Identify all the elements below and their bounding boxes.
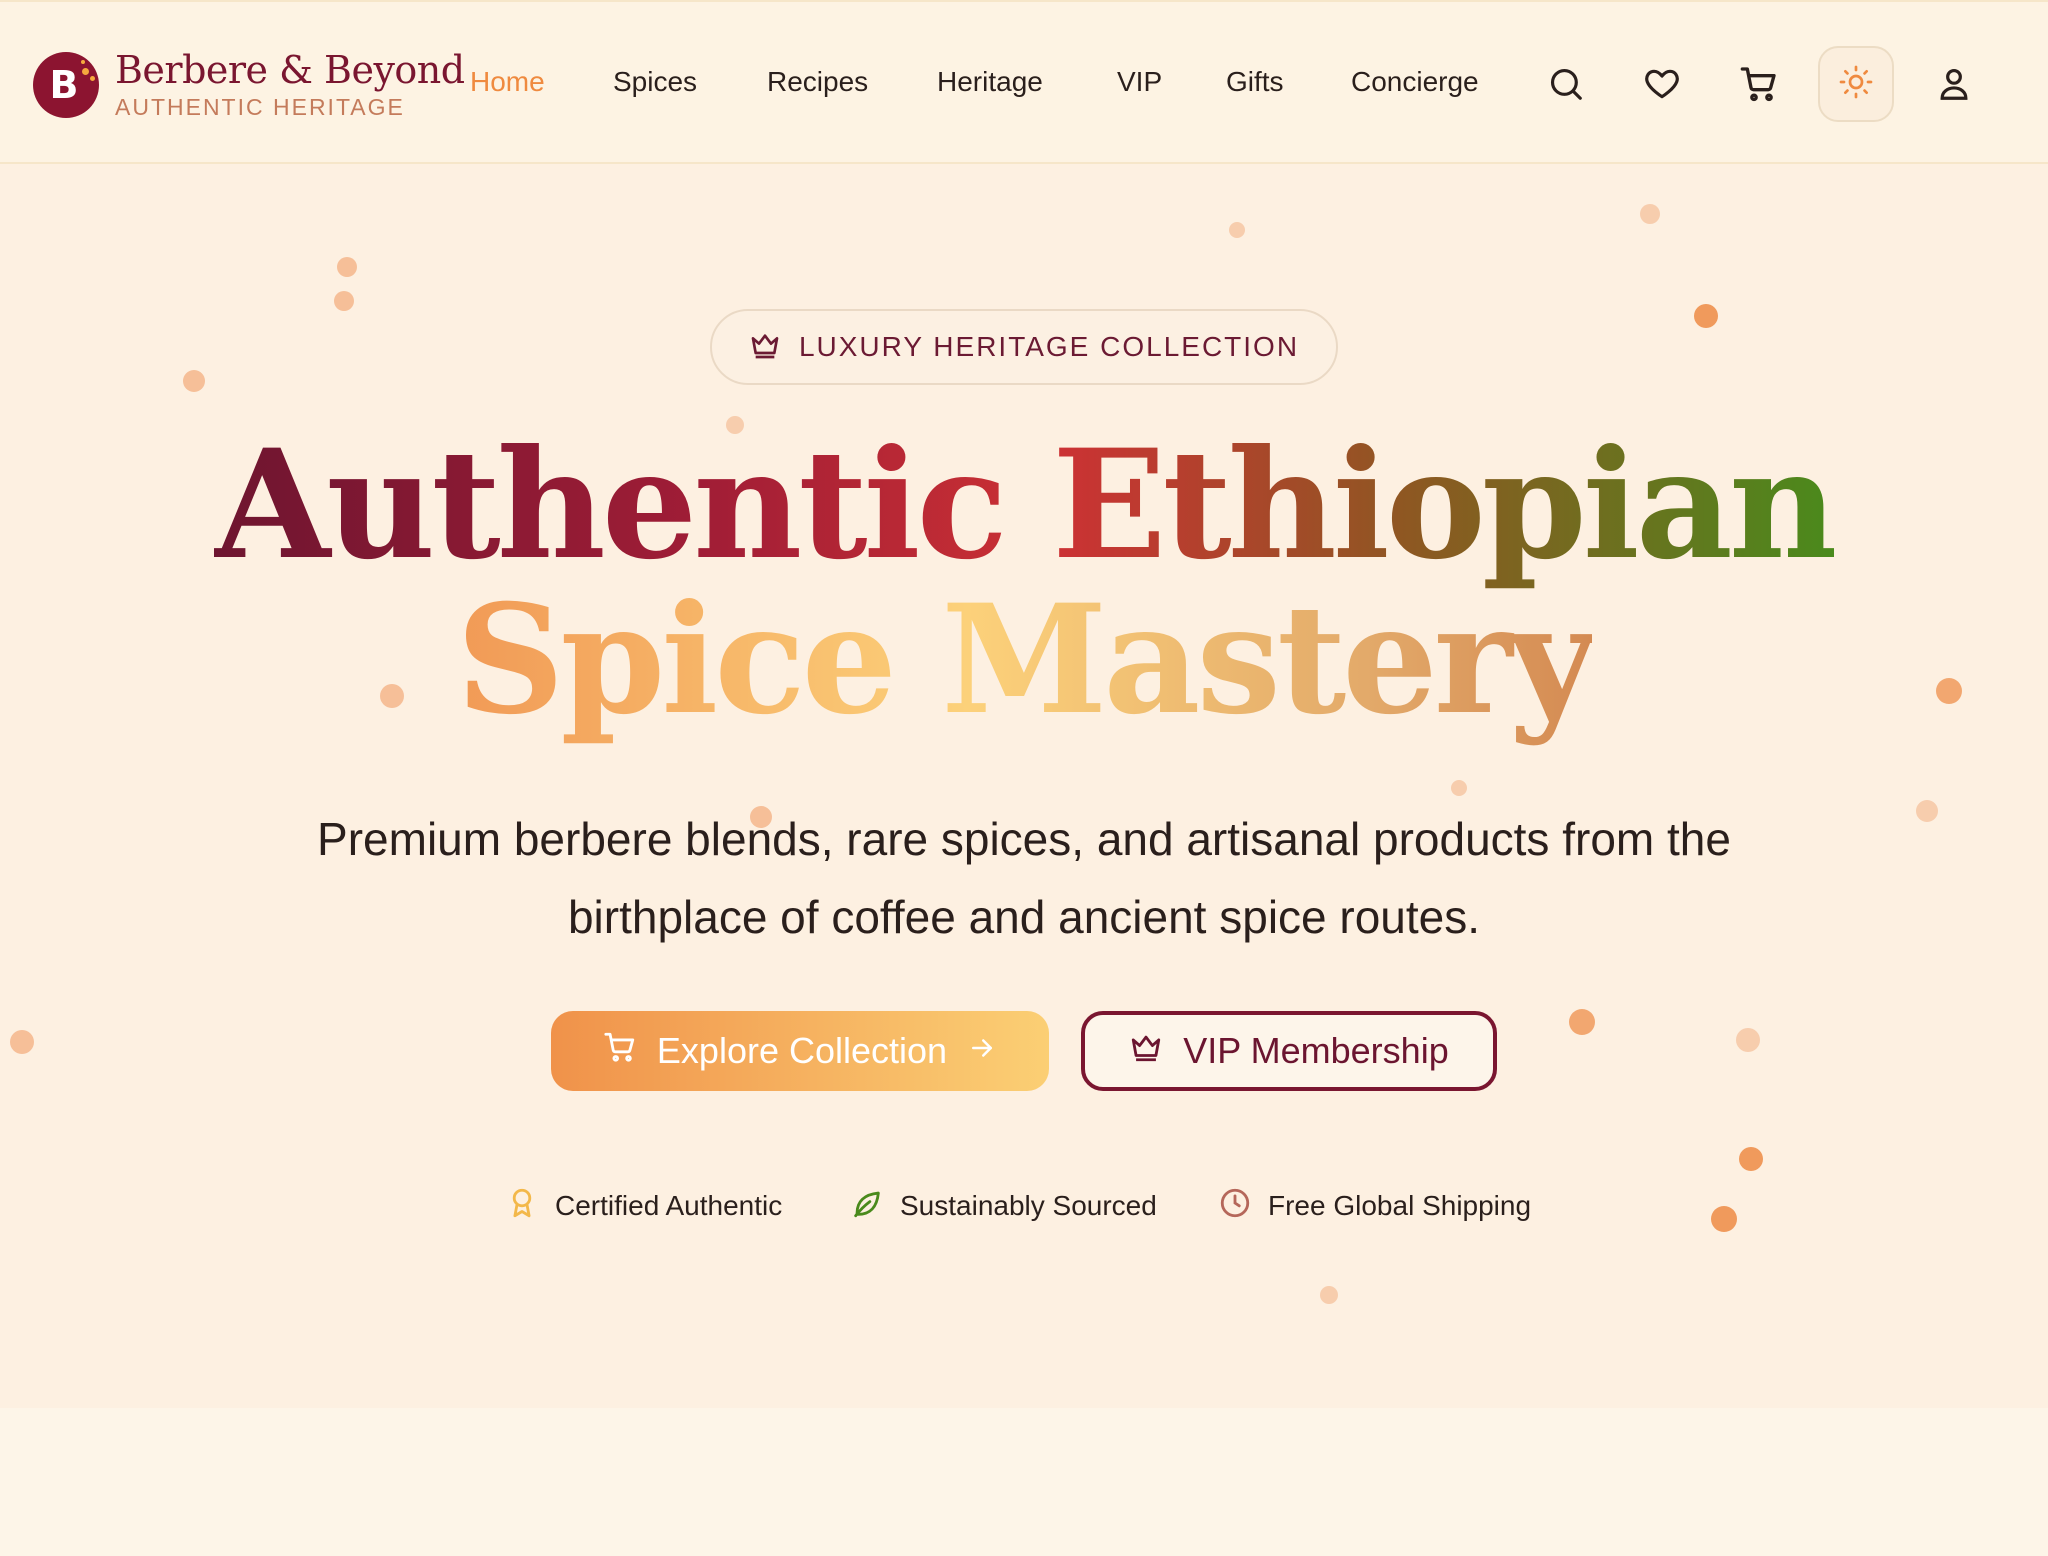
collection-badge-label: LUXURY HERITAGE COLLECTION [798, 331, 1300, 362]
clock-icon [1218, 1186, 1252, 1225]
brand-name[interactable]: Berbere & Beyond [115, 48, 465, 92]
site-header: B Berbere & Beyond AUTHENTIC HERITAGE Ho… [0, 0, 2048, 164]
feature-certified-label: Certified Authentic [555, 1189, 783, 1221]
heart-icon[interactable] [1640, 62, 1684, 106]
logo-letter: B [49, 63, 79, 107]
feature-shipping-label: Free Global Shipping [1268, 1189, 1532, 1221]
crown-icon [749, 329, 781, 366]
hero-headline-line2: Spice Mastery [456, 572, 1596, 748]
brand-tagline: AUTHENTIC HERITAGE [115, 94, 405, 120]
search-icon[interactable] [1544, 62, 1588, 106]
nav-item-recipes[interactable]: Recipes [767, 66, 868, 98]
cart-icon [603, 1030, 637, 1073]
user-icon[interactable] [1932, 62, 1976, 106]
explore-collection-button[interactable]: Explore Collection [551, 1011, 1049, 1091]
hero-headline-line1: Authentic Ethiopian [214, 417, 1838, 593]
nav-item-concierge[interactable]: Concierge [1351, 66, 1479, 98]
feature-certified: Certified Authentic [505, 1186, 782, 1225]
cart-icon[interactable] [1737, 62, 1781, 106]
collection-badge: LUXURY HERITAGE COLLECTION [710, 309, 1338, 385]
nav-item-spices[interactable]: Spices [613, 66, 697, 98]
next-section [0, 1408, 2048, 1556]
crown-icon [1129, 1030, 1163, 1073]
nav-item-vip[interactable]: VIP [1117, 66, 1162, 98]
arrow-right-icon [967, 1030, 997, 1072]
leaf-icon [850, 1186, 884, 1225]
award-icon [505, 1186, 539, 1225]
feature-sustainable: Sustainably Sourced [850, 1186, 1157, 1225]
theme-toggle-button[interactable] [1818, 46, 1894, 122]
nav-item-gifts[interactable]: Gifts [1226, 66, 1284, 98]
feature-shipping: Free Global Shipping [1218, 1186, 1531, 1225]
sun-icon [1838, 64, 1874, 105]
nav-item-home[interactable]: Home [470, 66, 545, 98]
hero-subtitle: Premium berbere blends, rare spices, and… [317, 813, 1731, 943]
nav-item-heritage[interactable]: Heritage [937, 66, 1043, 98]
vip-membership-label: VIP Membership [1183, 1030, 1449, 1071]
explore-collection-label: Explore Collection [656, 1030, 948, 1071]
feature-sustainable-label: Sustainably Sourced [900, 1189, 1157, 1221]
vip-membership-button[interactable]: VIP Membership [1081, 1011, 1497, 1091]
logo-icon[interactable]: B [33, 52, 99, 118]
